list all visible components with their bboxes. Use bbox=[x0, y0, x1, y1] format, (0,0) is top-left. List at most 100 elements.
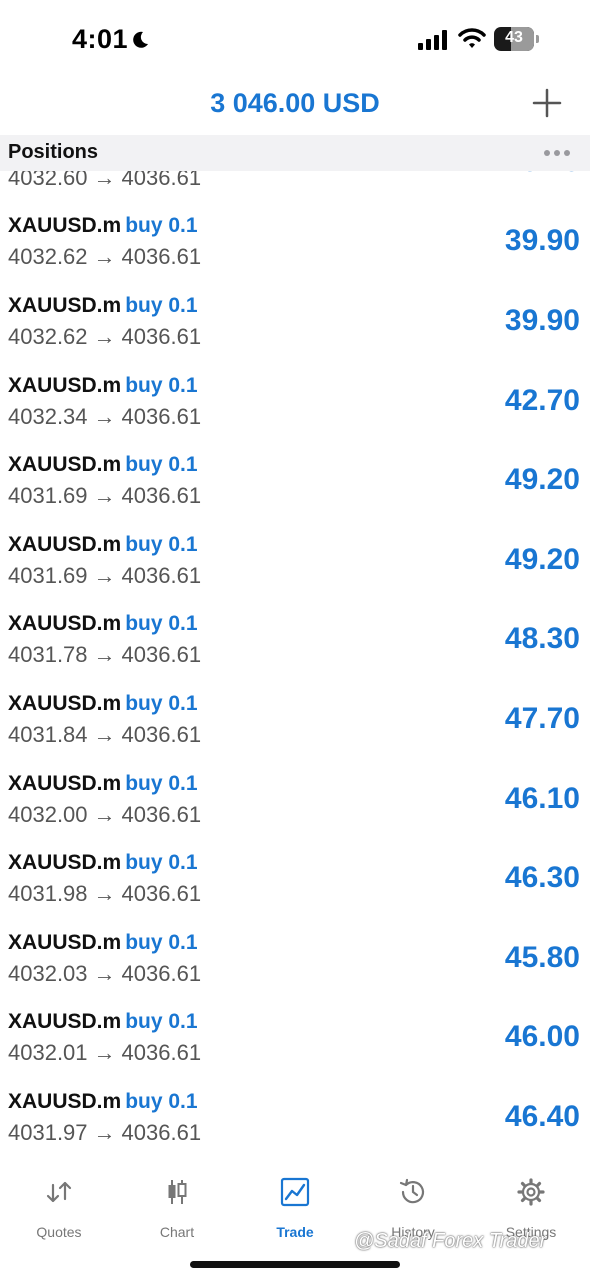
position-symbol: XAUUSD.m bbox=[8, 1010, 122, 1034]
position-prices: 4032.62 → 4036.61 bbox=[8, 324, 201, 350]
position-symbol: XAUUSD.m bbox=[8, 692, 122, 715]
position-side-volume: buy 0.1 bbox=[125, 532, 198, 556]
wifi-icon bbox=[458, 28, 486, 48]
position-profit: 39.90 bbox=[504, 304, 580, 337]
positions-section-header: Positions bbox=[0, 135, 590, 171]
position-profit: 46.10 bbox=[504, 781, 580, 815]
position-prices: 4031.69 → 4036.61 bbox=[8, 563, 201, 589]
price-arrow: → bbox=[93, 642, 116, 668]
settings-gear-icon bbox=[517, 1178, 545, 1206]
open-price: 4032.60 bbox=[8, 171, 88, 190]
position-title: XAUUSD.m buy 0.1 bbox=[8, 374, 198, 398]
position-profit: 49.20 bbox=[504, 463, 580, 497]
tab-chart[interactable]: Chart bbox=[118, 1175, 236, 1245]
open-price: 4032.00 bbox=[8, 801, 88, 827]
position-prices: 4032.60 → 4036.61 bbox=[8, 171, 201, 191]
candlestick-chart-icon bbox=[168, 1180, 187, 1204]
position-title: XAUUSD.m buy 0.1 bbox=[8, 692, 198, 716]
price-arrow: → bbox=[93, 801, 116, 827]
open-price: 4031.78 bbox=[8, 642, 88, 668]
position-prices: 4032.34 → 4036.61 bbox=[8, 404, 201, 430]
position-title: XAUUSD.m buy 0.1 bbox=[8, 1090, 198, 1114]
positions-list[interactable]: 4032.60→4036.6140.10XAUUSD.mbuy 0.14032.… bbox=[0, 171, 590, 1165]
current-price: 4036.61 bbox=[121, 642, 202, 668]
open-price: 4032.03 bbox=[8, 960, 88, 986]
position-prices: 4032.62 → 4036.61 bbox=[8, 244, 201, 270]
position-title: XAUUSD.m buy 0.1 bbox=[8, 612, 198, 636]
battery-percent: 43 bbox=[505, 29, 523, 46]
tab-quotes[interactable]: Quotes bbox=[0, 1175, 118, 1245]
battery-cap bbox=[536, 35, 539, 43]
price-arrow: → bbox=[93, 244, 116, 270]
current-price: 4036.61 bbox=[121, 244, 202, 270]
position-row[interactable]: 4032.60 → 4036.61 40.10 bbox=[0, 171, 590, 203]
current-price: 4036.61 bbox=[121, 881, 202, 907]
position-row[interactable]: XAUUSD.m buy 0.1 4031.98 → 4036.61 46.30 bbox=[0, 839, 590, 919]
position-row[interactable]: XAUUSD.m buy 0.1 4032.62 → 4036.61 39.90 bbox=[0, 202, 590, 282]
position-side-volume: buy 0.1 bbox=[125, 930, 198, 954]
current-price: 4036.61 bbox=[121, 324, 202, 349]
position-side-volume: buy 0.1 bbox=[125, 294, 198, 317]
position-title: XAUUSD.m buy 0.1 bbox=[8, 453, 198, 477]
position-side-volume: buy 0.1 bbox=[125, 771, 198, 795]
position-profit: 46.00 bbox=[504, 1020, 580, 1054]
position-row[interactable]: XAUUSD.m buy 0.1 4031.84 → 4036.61 47.70 bbox=[0, 680, 590, 760]
position-row[interactable]: XAUUSD.m buy 0.1 4032.03 → 4036.61 45.80 bbox=[0, 919, 590, 999]
position-title: XAUUSD.m buy 0.1 bbox=[8, 533, 198, 557]
position-profit: 45.80 bbox=[504, 940, 580, 974]
price-arrow: → bbox=[93, 960, 116, 986]
position-profit: 49.20 bbox=[504, 542, 580, 576]
tab-label: Trade bbox=[276, 1224, 314, 1240]
position-profit: 39.90 bbox=[504, 224, 580, 258]
position-profit: 42.70 bbox=[504, 383, 580, 417]
position-profit: 47.70 bbox=[504, 702, 580, 735]
open-price: 4032.34 bbox=[8, 403, 88, 429]
current-price: 4036.61 bbox=[121, 403, 202, 429]
open-price: 4032.62 bbox=[8, 324, 88, 349]
position-title: XAUUSD.m buy 0.1 bbox=[8, 931, 198, 955]
current-price: 4036.61 bbox=[121, 722, 202, 747]
price-arrow: → bbox=[93, 1120, 116, 1145]
position-row[interactable]: XAUUSD.m buy 0.1 4031.97 → 4036.61 46.40 bbox=[0, 1078, 590, 1158]
position-row[interactable]: XAUUSD.m buy 0.1 4032.34 → 4036.61 42.70 bbox=[0, 362, 590, 442]
position-symbol: XAUUSD.m bbox=[8, 930, 122, 954]
open-price: 4031.98 bbox=[8, 881, 88, 907]
position-side-volume: buy 0.1 bbox=[125, 1090, 198, 1113]
open-price: 4031.69 bbox=[8, 562, 88, 588]
position-symbol: XAUUSD.m bbox=[8, 612, 122, 636]
position-prices: 4031.78 → 4036.61 bbox=[8, 642, 201, 668]
position-side-volume: buy 0.1 bbox=[125, 851, 198, 875]
position-symbol: XAUUSD.m bbox=[8, 453, 122, 477]
position-row[interactable]: XAUUSD.m buy 0.1 4032.01 → 4036.61 46.00 bbox=[0, 998, 590, 1078]
position-symbol: XAUUSD.m bbox=[8, 532, 122, 556]
account-balance: 3 046.00 USD bbox=[210, 88, 380, 118]
position-prices: 4032.00 → 4036.61 bbox=[8, 802, 201, 828]
position-row[interactable]: XAUUSD.m buy 0.1 4031.69 → 4036.61 49.20 bbox=[0, 521, 590, 601]
price-arrow: → bbox=[93, 403, 116, 429]
current-price: 4036.61 bbox=[121, 1120, 202, 1145]
position-row[interactable]: XAUUSD.m buy 0.1 4031.69 → 4036.61 49.20 bbox=[0, 441, 590, 521]
position-title: XAUUSD.m buy 0.1 bbox=[8, 1010, 198, 1034]
current-price: 4036.61 bbox=[121, 960, 202, 986]
position-side-volume: buy 0.1 bbox=[125, 612, 198, 636]
more-horizontal-icon[interactable] bbox=[538, 145, 574, 161]
status-time: 4:01 bbox=[72, 24, 129, 54]
signal-icon bbox=[418, 30, 447, 50]
tab-trade[interactable]: Trade bbox=[236, 1175, 354, 1245]
history-clock-icon bbox=[399, 1178, 425, 1204]
price-arrow: → bbox=[93, 1040, 116, 1066]
price-arrow: → bbox=[93, 562, 116, 588]
position-profit: 48.30 bbox=[504, 622, 580, 656]
position-row[interactable]: XAUUSD.m buy 0.1 4032.00 → 4036.61 46.10 bbox=[0, 760, 590, 840]
plus-icon[interactable] bbox=[530, 86, 564, 120]
position-prices: 4031.98 → 4036.61 bbox=[8, 881, 201, 907]
position-symbol: XAUUSD.m bbox=[8, 851, 122, 875]
position-title: XAUUSD.m buy 0.1 bbox=[8, 772, 198, 796]
position-row[interactable]: XAUUSD.m buy 0.1 4031.78 → 4036.61 48.30 bbox=[0, 600, 590, 680]
position-symbol: XAUUSD.m bbox=[8, 373, 122, 397]
position-side-volume: buy 0.1 bbox=[125, 453, 198, 477]
tab-label: Chart bbox=[159, 1224, 195, 1240]
position-title: XAUUSD.m buy 0.1 bbox=[8, 294, 198, 318]
position-row[interactable]: XAUUSD.m buy 0.1 4032.62 → 4036.61 39.90 bbox=[0, 282, 590, 362]
price-arrow: → bbox=[93, 722, 116, 747]
